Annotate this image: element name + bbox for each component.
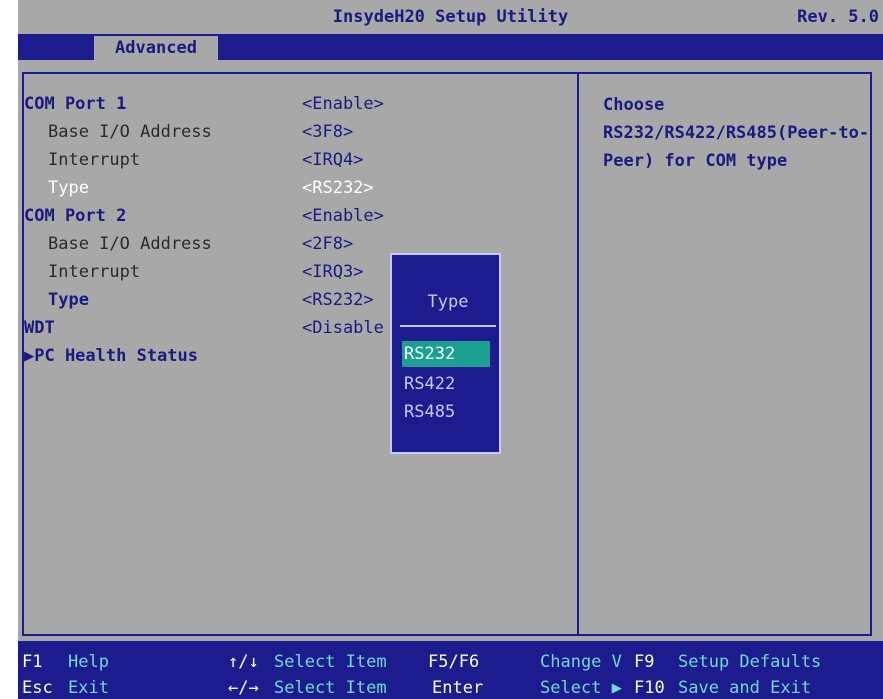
com1-interrupt-label[interactable]: Interrupt [48, 150, 140, 170]
f1-desc: Help [68, 652, 109, 672]
revision-label: Rev. 5.0 [797, 7, 879, 27]
select-submenu-desc: Select ▶ [540, 678, 622, 698]
type-selection-popup: Type RS232 RS422 RS485 [390, 253, 501, 454]
com-port-2-label[interactable]: COM Port 2 [24, 206, 126, 226]
key-legend-footer: F1 Help ↑/↓ Select Item F5/F6 Change V F… [18, 641, 883, 699]
tab-advanced[interactable]: Advanced [94, 36, 218, 60]
help-divider [577, 74, 579, 634]
bios-screen: InsydeH20 Setup Utility Rev. 5.0 Advance… [0, 0, 883, 699]
com2-interrupt-value[interactable]: <IRQ3> [302, 262, 363, 282]
change-value-desc: Change V [540, 652, 622, 672]
com2-base-io-value[interactable]: <2F8> [302, 234, 353, 254]
com1-base-io-label[interactable]: Base I/O Address [48, 122, 212, 142]
utility-title: InsydeH20 Setup Utility [332, 7, 569, 27]
select-item-desc-2: Select Item [274, 678, 387, 698]
com-port-1-label[interactable]: COM Port 1 [24, 94, 126, 114]
com1-type-label[interactable]: Type [48, 178, 89, 198]
wdt-value[interactable]: <Disable [302, 318, 384, 338]
com1-interrupt-value[interactable]: <IRQ4> [302, 150, 363, 170]
save-and-exit-desc: Save and Exit [678, 678, 812, 698]
esc-key: Esc [22, 678, 53, 698]
help-line: Choose [603, 95, 665, 115]
select-item-desc: Select Item [274, 652, 387, 672]
option-rs422[interactable]: RS422 [402, 371, 490, 397]
f1-key: F1 [22, 652, 43, 672]
enter-key: Enter [432, 678, 484, 698]
help-text: Choose RS232/RS422/RS485(Peer-to- Peer) … [603, 91, 883, 175]
pc-health-status-link[interactable]: ▶PC Health Status [24, 346, 198, 366]
f10-key: F10 [634, 678, 665, 698]
com1-base-io-value[interactable]: <3F8> [302, 122, 353, 142]
title-bar: InsydeH20 Setup Utility Rev. 5.0 [18, 0, 883, 34]
f5-f6-key: F5/F6 [428, 652, 480, 672]
option-rs485[interactable]: RS485 [402, 399, 490, 425]
com2-base-io-label[interactable]: Base I/O Address [48, 234, 212, 254]
help-line: Peer) for COM type [603, 151, 788, 171]
popup-title: Type [400, 269, 496, 327]
com2-type-label[interactable]: Type [48, 290, 89, 310]
help-line: RS232/RS422/RS485(Peer-to- [603, 123, 870, 143]
left-right-arrows-key: ←/→ [228, 678, 259, 698]
com-port-1-value[interactable]: <Enable> [302, 94, 384, 114]
f9-key: F9 [634, 652, 655, 672]
com2-interrupt-label[interactable]: Interrupt [48, 262, 140, 282]
setup-defaults-desc: Setup Defaults [678, 652, 822, 672]
com-port-2-value[interactable]: <Enable> [302, 206, 384, 226]
com1-type-value[interactable]: <RS232> [302, 178, 374, 198]
up-down-arrows-key: ↑/↓ [228, 652, 259, 672]
option-rs232[interactable]: RS232 [402, 341, 490, 367]
tab-bar: Advanced [18, 34, 883, 60]
com2-type-value[interactable]: <RS232> [302, 290, 374, 310]
exit-desc: Exit [68, 678, 109, 698]
wdt-label[interactable]: WDT [24, 318, 55, 338]
